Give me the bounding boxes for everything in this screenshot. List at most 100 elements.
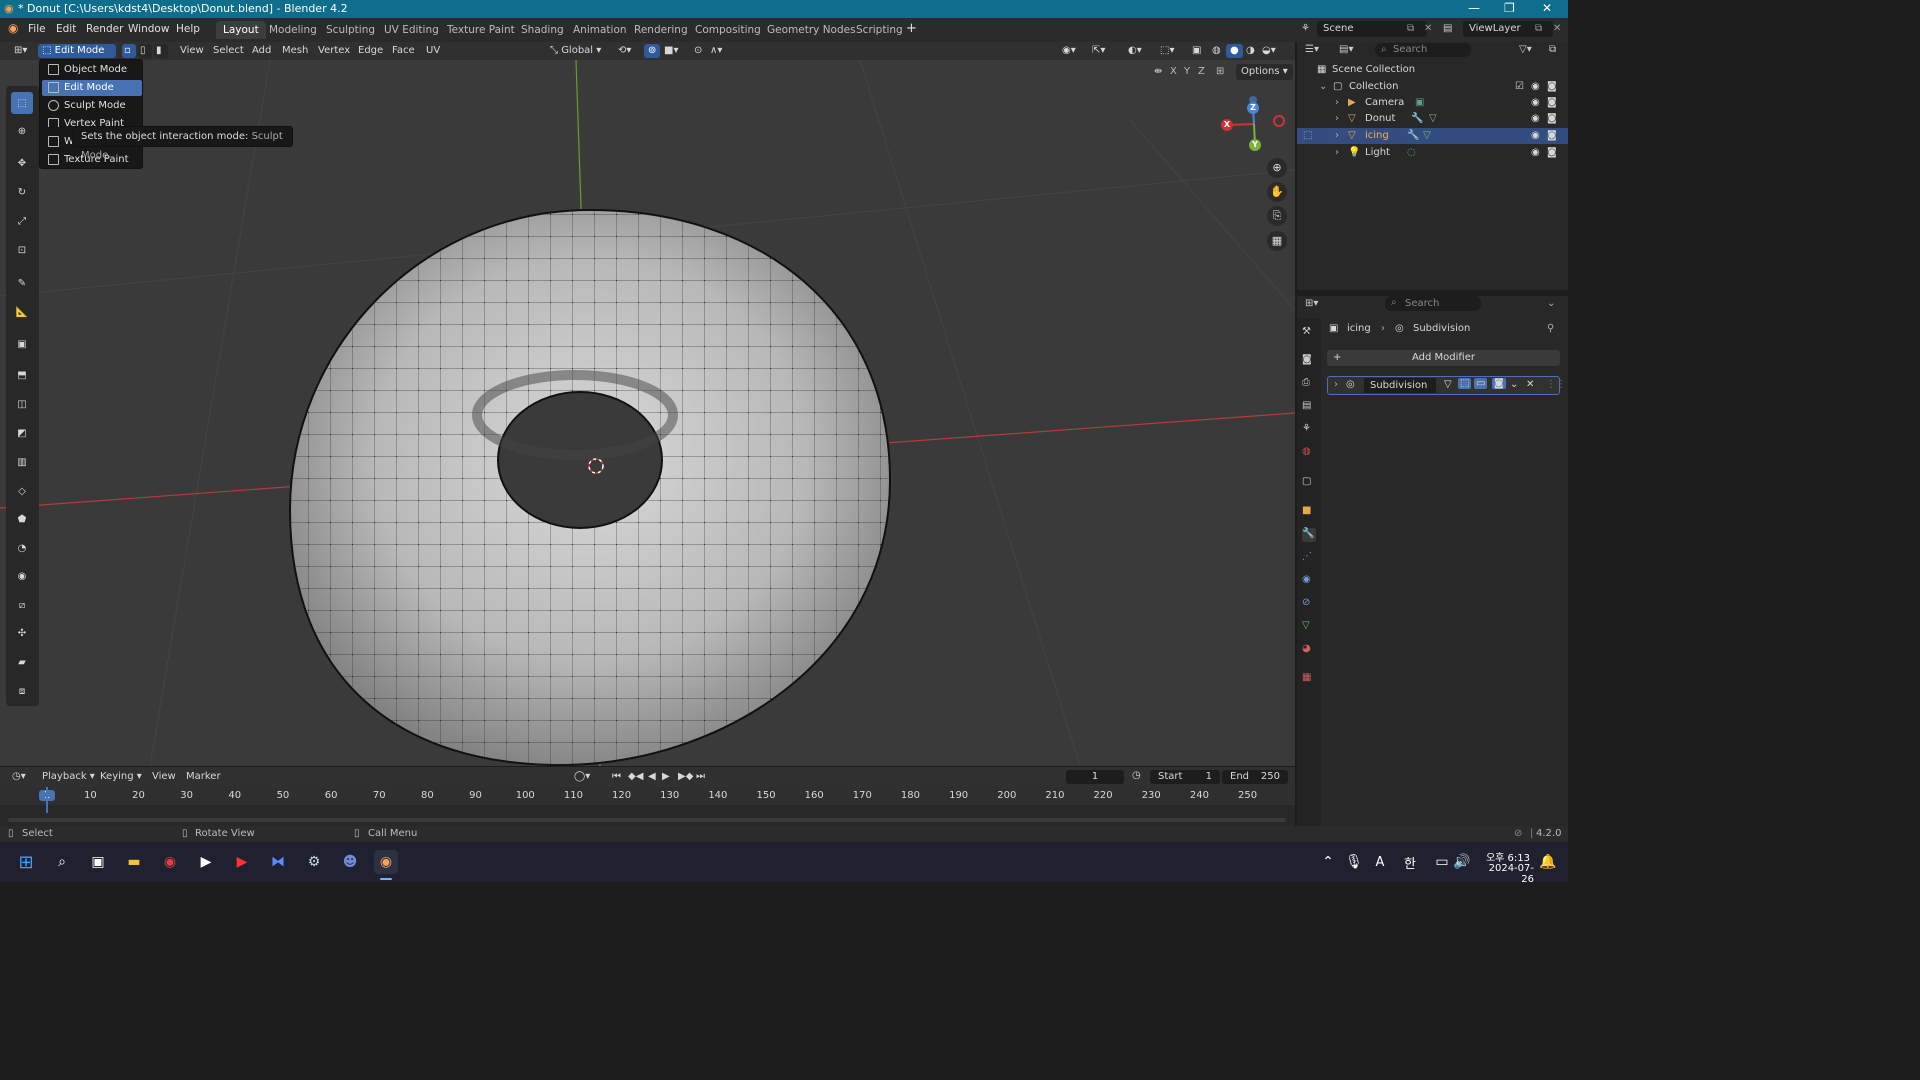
menu-vertex[interactable]: Vertex [314,44,354,58]
proportional-edit-icon[interactable]: ⊙ [690,44,706,58]
properties-search[interactable]: Search [1385,296,1481,311]
material-tab-icon[interactable]: ◕ [1302,643,1316,657]
youtube-music-icon[interactable]: ▶ [230,850,254,874]
rendered-shading-icon[interactable]: ◒▾ [1258,44,1280,58]
tab-geometry-nodes[interactable]: Geometry Nodes [760,21,863,39]
maximize-icon[interactable]: ❐ [1504,1,1515,15]
windows-start-icon[interactable]: ⊞ [14,850,38,874]
tab-sculpting[interactable]: Sculpting [319,21,382,39]
menu-keying[interactable]: Keying ▾ [96,770,146,784]
playhead[interactable] [46,787,48,813]
outliner-row-icing[interactable]: ⬚ › ▽ icing 🔧 ▽ ◉ ◙ [1297,128,1568,144]
poly-build-icon[interactable]: ⬟ [11,508,33,530]
timeline-scrollbar[interactable] [8,818,1286,822]
menu-timeline-view[interactable]: View [148,770,180,784]
camera-view-icon[interactable]: ⎘ [1267,206,1287,226]
collection-row[interactable]: ⌄ ▢ Collection ☑ ◉ ◙ [1297,79,1568,95]
gizmo-z-icon[interactable]: Z [1247,102,1259,114]
falloff-icon[interactable]: ∧▾ [706,44,726,58]
scene-tab-icon[interactable]: ⚘ [1302,423,1316,437]
menu-file[interactable]: File [28,23,46,35]
orientation-dropdown[interactable]: ⤡ Global ▾ [546,44,605,58]
render-toggle-icon[interactable]: ◙ [1492,378,1506,389]
options-dropdown[interactable]: Options ▾ [1236,64,1293,80]
eye-icon[interactable]: ◉ [1531,111,1540,127]
smooth-icon[interactable]: ◉ [11,565,33,587]
outliner-row-light[interactable]: › 💡 Light ◌ ◉ ◙ [1297,145,1568,161]
search-icon[interactable]: ⌕ [50,850,74,874]
donut-mesh[interactable] [288,208,892,766]
extrude-icon[interactable]: ⬒ [11,364,33,386]
camera-render-icon[interactable]: ◙ [1547,111,1557,127]
menu-select[interactable]: Select [209,44,248,58]
visibility-icon[interactable]: ◉▾ [1058,44,1080,58]
end-frame-field[interactable]: End 250 [1222,770,1288,784]
properties-editor-icon[interactable]: ⊞▾ [1305,298,1318,309]
vertex-select-icon[interactable]: ▫ [122,44,136,58]
tab-layout[interactable]: Layout [216,21,266,39]
solid-shading-icon[interactable]: ● [1226,44,1243,58]
editmode-toggle-icon[interactable]: ⬚ [1458,378,1472,389]
mode-item-object[interactable]: Object Mode [42,62,142,78]
mode-item-weight-paint[interactable]: Weight Paint [42,134,72,150]
mode-item-edit[interactable]: Edit Mode [42,80,142,96]
face-select-icon[interactable]: ▮ [154,44,168,58]
loop-cut-icon[interactable]: ▥ [11,451,33,473]
chevron-down-icon[interactable]: ⌄ [1510,379,1518,390]
wireframe-shading-icon[interactable]: ◍ [1208,44,1225,58]
timeline[interactable]: 1102030405060708090100110120130140150160… [0,787,1295,827]
timeline-editor-icon[interactable]: ◷▾ [8,770,30,784]
gizmo-icon[interactable]: ⇱▾ [1088,44,1109,58]
scale-icon[interactable]: ⤢ [11,210,33,232]
outliner-row-camera[interactable]: › ▶ Camera ▣ ◉ ◙ [1297,95,1568,111]
media-player-icon[interactable]: ▶ [194,850,218,874]
knife-icon[interactable]: ◇ [11,480,33,502]
tool-tab-icon[interactable]: ⚒ [1302,326,1316,340]
chevron-right-icon[interactable]: › [1335,111,1339,127]
remove-scene-icon[interactable]: ✕ [1424,23,1432,34]
ime-indicator[interactable]: 한 [1398,850,1422,874]
eye-icon[interactable]: ◉ [1531,128,1540,144]
snap-icon[interactable]: ⊚ [644,44,661,58]
camera-render-icon[interactable]: ◙ [1547,95,1557,111]
eye-icon[interactable]: ◉ [1531,95,1540,111]
notification-bell-icon[interactable]: 🔔 [1536,850,1560,874]
chrome-icon[interactable]: ◉ [158,850,182,874]
on-cage-icon[interactable]: ▽ [1444,379,1452,390]
editor-type-icon[interactable]: ⊞▾ [10,44,31,58]
data-tab-icon[interactable]: ▽ [1302,620,1316,634]
new-collection-icon[interactable]: ⧉ [1549,44,1556,55]
camera-render-icon[interactable]: ◙ [1547,128,1557,144]
output-tab-icon[interactable]: ⎙ [1302,377,1316,391]
viewport-toggle-icon[interactable]: ▭ [1474,378,1488,389]
chevron-down-icon[interactable]: ⌄ [1547,298,1555,309]
edge-slide-icon[interactable]: ⧄ [11,594,33,616]
perspective-grid-icon[interactable]: ▦ [1267,231,1287,251]
mirror-icon[interactable]: ⇼ [1154,66,1162,77]
menu-edge[interactable]: Edge [354,44,387,58]
edit-mode-toggle-icon[interactable]: ⬚ [1303,128,1312,144]
constraints-tab-icon[interactable]: ⊘ [1302,597,1316,611]
menu-window[interactable]: Window [128,23,169,35]
collection-tab-icon[interactable]: ▢ [1302,476,1316,490]
edge-select-icon[interactable]: ▯ [138,44,152,58]
material-shading-icon[interactable]: ◑ [1242,44,1259,58]
menu-render[interactable]: Render [86,23,123,35]
display-mode-icon[interactable]: ▤▾ [1339,44,1353,55]
add-modifier-button[interactable]: + Add Modifier [1327,350,1560,366]
menu-face[interactable]: Face [388,44,419,58]
new-scene-icon[interactable]: ⧉ [1407,23,1414,34]
new-viewlayer-icon[interactable]: ⧉ [1535,23,1542,34]
drag-handle-icon[interactable]: ⋮⋮ [1546,379,1566,390]
particles-tab-icon[interactable]: ⋰ [1302,551,1316,565]
object-tab-icon[interactable]: ■ [1302,505,1316,519]
steam-icon[interactable]: ⚙ [302,850,326,874]
menu-help[interactable]: Help [176,23,200,35]
inset-icon[interactable]: ◫ [11,393,33,415]
physics-tab-icon[interactable]: ◉ [1302,574,1316,588]
preview-range-icon[interactable]: ◷ [1132,770,1141,781]
mesh-data-icon[interactable]: ▽ [1423,128,1431,144]
clock-date[interactable]: 2024-07-26 [1478,863,1534,885]
overlays-icon[interactable]: ◐▾ [1124,44,1146,58]
world-tab-icon[interactable]: ◍ [1302,446,1316,460]
